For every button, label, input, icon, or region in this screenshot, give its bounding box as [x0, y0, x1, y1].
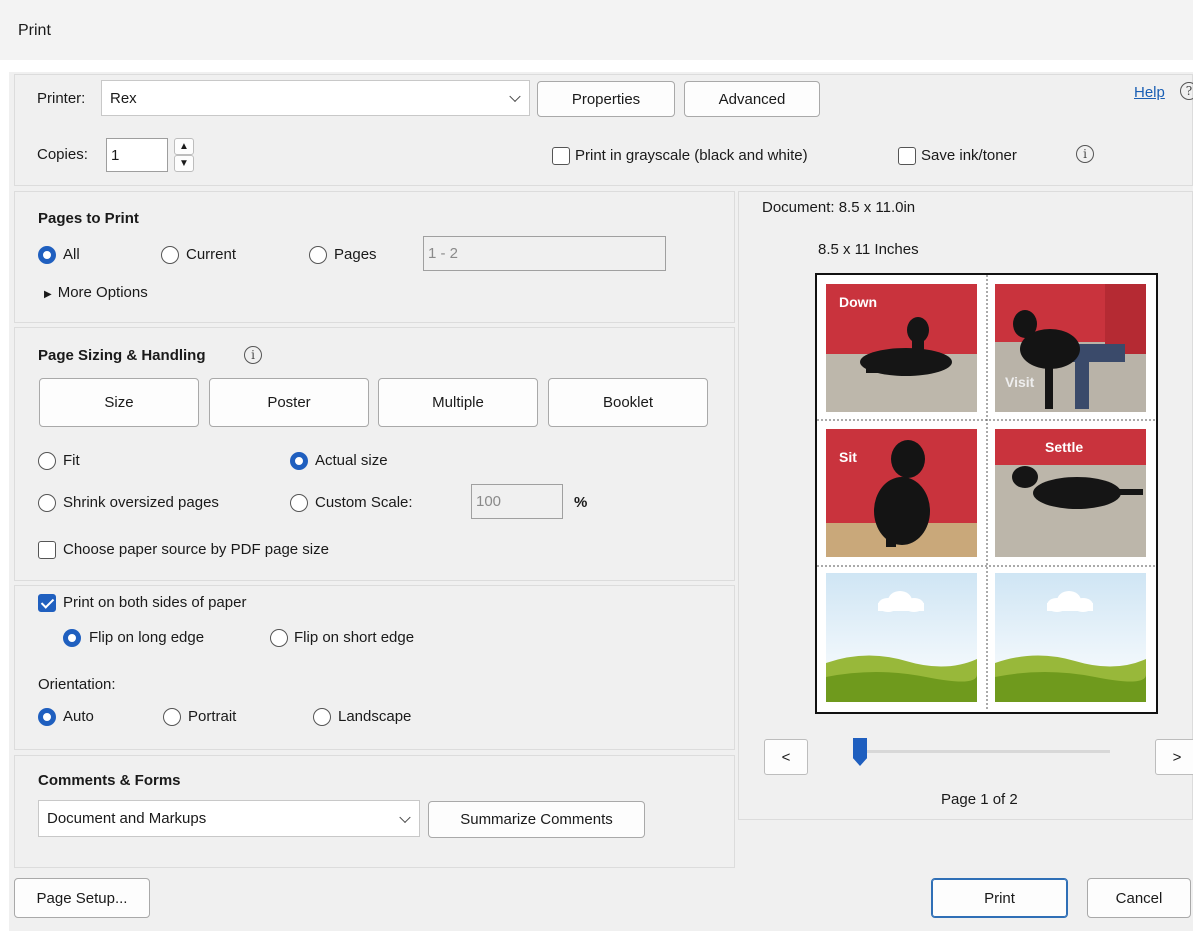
paper-size-label: 8.5 x 11 Inches	[818, 241, 919, 258]
short-edge-radio[interactable]	[270, 629, 288, 647]
preview-tile-down: Down	[826, 284, 977, 412]
custom-scale-input[interactable]: 100	[471, 484, 563, 519]
chevron-down-icon	[399, 811, 411, 823]
pages-to-print-heading: Pages to Print	[38, 210, 139, 227]
short-edge-label: Flip on short edge	[294, 629, 415, 646]
fit-label: Fit	[63, 452, 80, 469]
orientation-landscape-label: Landscape	[338, 708, 412, 725]
pages-current-radio[interactable]	[161, 246, 179, 264]
orientation-auto-radio[interactable]	[38, 708, 56, 726]
tile-label-visit: Visit	[1005, 374, 1035, 390]
help-link[interactable]: Help	[1134, 84, 1165, 101]
tab-poster[interactable]: Poster	[209, 378, 369, 427]
copies-stepper-up[interactable]: ▲	[174, 138, 194, 155]
cancel-button[interactable]: Cancel	[1087, 878, 1191, 918]
copies-stepper-down[interactable]: ▼	[174, 155, 194, 172]
long-edge-radio[interactable]	[63, 629, 81, 647]
info-icon[interactable]: i	[1076, 145, 1094, 163]
summarize-comments-button[interactable]: Summarize Comments	[428, 801, 645, 838]
comments-select[interactable]: Document and Markups	[38, 800, 420, 837]
pages-range-radio[interactable]	[309, 246, 327, 264]
shrink-label: Shrink oversized pages	[63, 494, 219, 511]
custom-scale-label: Custom Scale:	[315, 494, 413, 511]
printer-value: Rex	[110, 89, 137, 107]
sizing-info-icon[interactable]: i	[244, 346, 262, 364]
paper-source-label: Choose paper source by PDF page size	[63, 541, 329, 558]
preview-tile-placeholder-1	[826, 573, 977, 702]
preview-tile-placeholder-2	[995, 573, 1146, 702]
title-bar	[0, 0, 1193, 60]
orientation-landscape-radio[interactable]	[313, 708, 331, 726]
actual-size-label: Actual size	[315, 452, 388, 469]
page-sizing-heading: Page Sizing & Handling	[38, 347, 206, 364]
advanced-button[interactable]: Advanced	[684, 81, 820, 117]
actual-size-radio[interactable]	[290, 452, 308, 470]
page-setup-button[interactable]: Page Setup...	[14, 878, 150, 918]
dog-visit-image	[1013, 284, 1146, 409]
print-button[interactable]: Print	[931, 878, 1068, 918]
page-preview: Down Visit Sit Settle	[815, 273, 1158, 714]
save-ink-label: Save ink/toner	[921, 147, 1017, 164]
printer-label: Printer:	[37, 90, 86, 107]
tab-size[interactable]: Size	[39, 378, 199, 427]
tile-label-settle: Settle	[1045, 439, 1084, 455]
tile-label-down: Down	[839, 294, 878, 310]
prev-page-button[interactable]: <	[764, 739, 808, 775]
grayscale-label: Print in grayscale (black and white)	[575, 147, 808, 164]
percent-label: %	[574, 494, 588, 511]
save-ink-checkbox[interactable]	[898, 147, 916, 165]
page-slider-track[interactable]	[858, 750, 1110, 753]
orientation-portrait-label: Portrait	[188, 708, 237, 725]
both-sides-label: Print on both sides of paper	[63, 594, 247, 611]
chevron-down-icon	[509, 90, 521, 103]
pages-all-radio[interactable]	[38, 246, 56, 264]
paper-source-checkbox[interactable]	[38, 541, 56, 559]
long-edge-label: Flip on long edge	[89, 629, 205, 646]
properties-button[interactable]: Properties	[537, 81, 675, 117]
comments-heading: Comments & Forms	[38, 772, 181, 789]
document-size-label: Document: 8.5 x 11.0in	[762, 199, 916, 216]
shrink-radio[interactable]	[38, 494, 56, 512]
more-options-label: More Options	[57, 284, 148, 301]
grayscale-checkbox[interactable]	[552, 147, 570, 165]
image-placeholder-icon	[995, 573, 1146, 702]
pages-current-label: Current	[186, 246, 237, 263]
both-sides-checkbox[interactable]	[38, 594, 56, 612]
orientation-heading: Orientation:	[38, 676, 116, 693]
custom-scale-radio[interactable]	[290, 494, 308, 512]
copies-label: Copies:	[37, 146, 88, 163]
preview-tile-settle: Settle	[995, 429, 1146, 557]
fit-radio[interactable]	[38, 452, 56, 470]
orientation-portrait-radio[interactable]	[163, 708, 181, 726]
preview-tile-sit: Sit	[826, 429, 977, 557]
orientation-auto-label: Auto	[63, 708, 94, 725]
tile-label-sit: Sit	[839, 449, 857, 465]
tab-multiple[interactable]: Multiple	[378, 378, 538, 427]
caret-right-icon: ▶	[44, 289, 52, 300]
pages-range-input[interactable]: 1 - 2	[423, 236, 666, 271]
more-options-toggle[interactable]: ▶ More Options	[44, 284, 148, 301]
printer-select[interactable]: Rex	[101, 80, 530, 116]
pages-range-label: Pages	[334, 246, 377, 263]
tab-booklet[interactable]: Booklet	[548, 378, 708, 427]
next-page-button[interactable]: >	[1155, 739, 1193, 775]
window-title: Print	[18, 22, 51, 39]
copies-input[interactable]: 1	[106, 138, 168, 172]
page-indicator: Page 1 of 2	[941, 791, 1018, 808]
preview-tile-visit: Visit	[995, 284, 1146, 412]
image-placeholder-icon	[826, 573, 977, 702]
help-icon[interactable]: ?	[1180, 82, 1193, 100]
comments-value: Document and Markups	[47, 810, 207, 827]
pages-all-label: All	[63, 246, 80, 263]
